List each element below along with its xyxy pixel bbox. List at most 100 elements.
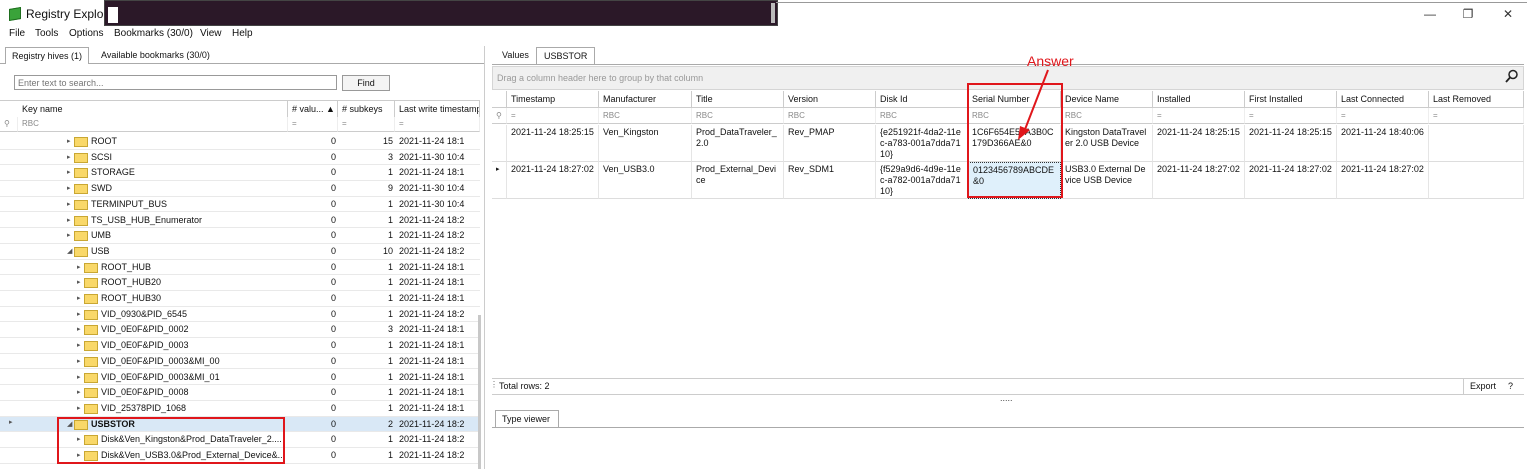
column-key-name[interactable]: Key name [18, 101, 288, 117]
first-installed-cell[interactable]: 2021-11-24 18:27:02 [1245, 162, 1337, 199]
tree-row[interactable]: ▸ VID_25378PID_1068 0 1 2021-11-24 18:1 [0, 401, 480, 417]
disk-id-cell[interactable]: {f529a9d6-4d9e-11ec-a782-001a7dda7110} [876, 162, 968, 199]
menu-tools[interactable]: Tools [35, 28, 58, 39]
tree-row[interactable]: ▸ VID_0E0F&PID_0003 0 1 2021-11-24 18:1 [0, 338, 480, 354]
filter-title[interactable]: RBC [692, 108, 784, 124]
column-version[interactable]: Version [784, 91, 876, 108]
filter-version[interactable]: RBC [784, 108, 876, 124]
filter-device-name[interactable]: RBC [1061, 108, 1153, 124]
tree-row[interactable]: ▸ UMB 0 1 2021-11-24 18:2 [0, 228, 480, 244]
expand-arrow-icon[interactable]: ▸ [77, 370, 81, 385]
filter-pin-icon[interactable]: ⚲ [492, 108, 507, 124]
timestamp-cell[interactable]: 2021-11-24 18:27:02 [507, 162, 599, 199]
column-first-installed[interactable]: First Installed [1245, 91, 1337, 108]
column-subkeys[interactable]: # subkeys [338, 101, 395, 117]
tree-row[interactable]: ▸ VID_0E0F&PID_0003&MI_01 0 1 2021-11-24 18:… [0, 370, 480, 386]
expand-arrow-icon[interactable]: ▸ [67, 213, 71, 228]
filter-key-name[interactable]: RBC [18, 117, 288, 132]
column-disk-id[interactable]: Disk Id [876, 91, 968, 108]
filter-last-write[interactable]: = [395, 117, 480, 132]
filter-installed[interactable]: = [1153, 108, 1245, 124]
column-device-name[interactable]: Device Name [1061, 91, 1153, 108]
title-cell[interactable]: Prod_External_Device [692, 162, 784, 199]
column-values-count[interactable]: # valu... ▲ [288, 101, 338, 117]
column-timestamp[interactable]: Timestamp [507, 91, 599, 108]
collapse-grip-icon[interactable]: ⋮ [490, 380, 498, 389]
filter-first-installed[interactable]: = [1245, 108, 1337, 124]
vertical-scrollbar[interactable] [478, 315, 481, 469]
column-manufacturer[interactable]: Manufacturer [599, 91, 692, 108]
tab-available-bookmarks[interactable]: Available bookmarks (30/0) [95, 47, 216, 64]
menu-bookmarks[interactable]: Bookmarks (30/0) [114, 28, 193, 39]
expand-arrow-icon[interactable]: ▸ [77, 322, 81, 337]
tree-row[interactable]: ◢ USB 0 10 2021-11-24 18:2 [0, 244, 480, 260]
installed-cell[interactable]: 2021-11-24 18:27:02 [1153, 162, 1245, 199]
expand-arrow-icon[interactable]: ▸ [77, 260, 81, 275]
tree-row[interactable]: ▸ VID_0E0F&PID_0003&MI_00 0 1 2021-11-24 18:… [0, 354, 480, 370]
tree-row[interactable]: ▸ ROOT_HUB 0 1 2021-11-24 18:1 [0, 260, 480, 276]
tab-usbstor[interactable]: USBSTOR [536, 47, 596, 64]
version-cell[interactable]: Rev_SDM1 [784, 162, 876, 199]
menu-options[interactable]: Options [69, 28, 103, 39]
column-title[interactable]: Title [692, 91, 784, 108]
version-cell[interactable]: Rev_PMAP [784, 125, 876, 162]
filter-last-removed[interactable]: = [1429, 108, 1524, 124]
last-connected-cell[interactable]: 2021-11-24 18:40:06 [1337, 125, 1429, 162]
expand-arrow-icon[interactable]: ▸ [67, 165, 71, 180]
manufacturer-cell[interactable]: Ven_USB3.0 [599, 162, 692, 199]
tree-row[interactable]: ▸ VID_0E0F&PID_0002 0 3 2021-11-24 18:1 [0, 322, 480, 339]
title-cell[interactable]: Prod_DataTraveler_2.0 [692, 125, 784, 162]
expand-arrow-icon[interactable]: ▸ [77, 338, 81, 353]
column-last-connected[interactable]: Last Connected [1337, 91, 1429, 108]
maximize-button[interactable]: ❐ [1458, 6, 1478, 22]
last-connected-cell[interactable]: 2021-11-24 18:27:02 [1337, 162, 1429, 199]
tree-row[interactable]: ▸ SCSI 0 3 2021-11-30 10:4 [0, 150, 480, 166]
tree-row[interactable]: ▸ TERMINPUT_BUS 0 1 2021-11-30 10:4 [0, 197, 480, 213]
expand-arrow-icon[interactable]: ▸ [67, 150, 71, 165]
expand-arrow-icon[interactable]: ▸ [67, 228, 71, 243]
filter-values-count[interactable]: = [288, 117, 338, 132]
menu-view[interactable]: View [200, 28, 222, 39]
filter-disk-id[interactable]: RBC [876, 108, 968, 124]
last-removed-cell[interactable] [1429, 125, 1524, 162]
tree-row[interactable]: ▸ TS_USB_HUB_Enumerator 0 1 2021-11-24 18:2 [0, 213, 480, 229]
filter-last-connected[interactable]: = [1337, 108, 1429, 124]
row-selector[interactable]: ▸ [492, 162, 507, 199]
tree-row[interactable]: ▸ STORAGE 0 1 2021-11-24 18:1 [0, 165, 480, 182]
tree-row[interactable]: ▸ ROOT_HUB30 0 1 2021-11-24 18:1 [0, 291, 480, 307]
tab-values[interactable]: Values [495, 47, 536, 64]
tree-row[interactable]: ▸ VID_0E0F&PID_0008 0 1 2021-11-24 18:1 [0, 385, 480, 401]
expand-arrow-icon[interactable]: ▸ [77, 307, 81, 322]
expand-arrow-icon[interactable]: ▸ [77, 275, 81, 290]
pane-splitter[interactable] [484, 46, 485, 469]
help-button[interactable]: ? [1508, 381, 1513, 391]
filter-pin-icon[interactable]: ⚲ [0, 117, 18, 132]
device-name-cell[interactable]: USB3.0 External Device USB Device [1061, 162, 1153, 199]
expand-arrow-icon[interactable]: ▸ [77, 401, 81, 416]
column-last-removed[interactable]: Last Removed [1429, 91, 1524, 108]
filter-manufacturer[interactable]: RBC [599, 108, 692, 124]
installed-cell[interactable]: 2021-11-24 18:25:15 [1153, 125, 1245, 162]
column-last-write[interactable]: Last write timestamp [395, 101, 480, 117]
tree-row[interactable]: ▸ VID_0930&PID_6545 0 1 2021-11-24 18:2 [0, 307, 480, 323]
tree-row[interactable]: ▸ SWD 0 9 2021-11-30 10:4 [0, 181, 480, 197]
tab-type-viewer[interactable]: Type viewer [495, 410, 559, 427]
overlay-input[interactable] [108, 7, 118, 23]
export-button[interactable]: Export [1463, 379, 1502, 394]
tree-row[interactable]: ▸ ROOT_HUB20 0 1 2021-11-24 18:1 [0, 275, 480, 291]
overlay-scrollbar[interactable] [771, 3, 775, 23]
timestamp-cell[interactable]: 2021-11-24 18:25:15 [507, 125, 599, 162]
disk-id-cell[interactable]: {e251921f-4da2-11ec-a783-001a7dda7110} [876, 125, 968, 162]
filter-subkeys[interactable]: = [338, 117, 395, 132]
menu-help[interactable]: Help [232, 28, 253, 39]
expand-arrow-icon[interactable]: ▸ [77, 385, 81, 400]
device-name-cell[interactable]: Kingston DataTraveler 2.0 USB Device [1061, 125, 1153, 162]
row-selector[interactable] [492, 125, 507, 162]
menu-file[interactable]: File [9, 28, 25, 39]
manufacturer-cell[interactable]: Ven_Kingston [599, 125, 692, 162]
tree-row[interactable]: ▸ ROOT 0 15 2021-11-24 18:1 [0, 134, 480, 150]
expand-arrow-icon[interactable]: ▸ [77, 291, 81, 306]
expand-arrow-icon[interactable]: ▸ [67, 197, 71, 212]
search-icon[interactable] [1505, 69, 1519, 83]
first-installed-cell[interactable]: 2021-11-24 18:25:15 [1245, 125, 1337, 162]
